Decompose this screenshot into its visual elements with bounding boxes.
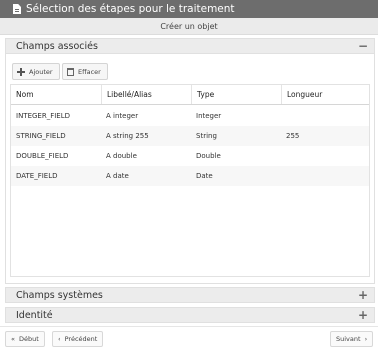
trash-icon xyxy=(67,67,74,76)
add-button[interactable]: Ajouter xyxy=(12,63,60,80)
table-row[interactable]: DATE_FIELD A date Date xyxy=(11,166,369,186)
first-button-label: Début xyxy=(18,335,39,343)
cell-label: A date xyxy=(106,172,129,180)
double-chevron-left-icon: « xyxy=(11,335,15,343)
panel-body-associated-fields: Ajouter Effacer Nom Libellé/Alias Type L… xyxy=(5,54,375,284)
clear-button[interactable]: Effacer xyxy=(62,63,108,80)
cell-label: A integer xyxy=(106,112,139,120)
footer-divider xyxy=(0,326,378,327)
previous-button[interactable]: ‹ Précédent xyxy=(52,331,104,347)
previous-button-label: Précédent xyxy=(64,335,98,343)
panel-header-system-fields[interactable]: Champs systèmes + xyxy=(5,287,375,303)
expand-icon[interactable]: + xyxy=(358,308,368,322)
cell-length xyxy=(281,166,369,186)
collapse-icon[interactable]: − xyxy=(358,39,368,53)
cell-name: DATE_FIELD xyxy=(16,172,58,180)
cell-label: A double xyxy=(106,152,137,160)
panel-title: Champs associés xyxy=(16,40,98,52)
window-titlebar: Sélection des étapes pour le traitement xyxy=(0,0,378,18)
cell-type: Date xyxy=(196,172,213,180)
table-row[interactable]: INTEGER_FIELD A integer Integer xyxy=(11,106,369,126)
add-button-label: Ajouter xyxy=(29,67,53,76)
column-header-type[interactable]: Type xyxy=(191,85,281,104)
chevron-right-icon: › xyxy=(364,335,368,343)
expand-icon[interactable]: + xyxy=(358,288,368,302)
table-row[interactable]: DOUBLE_FIELD A double Double xyxy=(11,146,369,166)
column-header-label[interactable]: Libellé/Alias xyxy=(101,85,191,104)
cell-name: INTEGER_FIELD xyxy=(16,112,71,120)
cell-label: A string 255 xyxy=(106,132,149,140)
cell-length: 255 xyxy=(286,132,300,140)
panel-title: Identité xyxy=(16,309,53,321)
column-header-length[interactable]: Longueur xyxy=(281,85,369,104)
panel-header-associated-fields[interactable]: Champs associés − xyxy=(5,38,375,54)
fields-table: Nom Libellé/Alias Type Longueur INTEGER_… xyxy=(10,84,370,277)
first-button[interactable]: « Début xyxy=(5,331,45,347)
cell-length xyxy=(281,146,369,166)
cell-type: Double xyxy=(196,152,221,160)
table-row[interactable]: STRING_FIELD A string 255 String 255 xyxy=(11,126,369,146)
table-header: Nom Libellé/Alias Type Longueur xyxy=(11,85,369,105)
panel-title: Champs systèmes xyxy=(16,289,103,301)
column-header-name[interactable]: Nom xyxy=(11,85,101,104)
cell-type: String xyxy=(196,132,217,140)
panel-header-identity[interactable]: Identité + xyxy=(5,307,375,323)
next-button-label: Suivant xyxy=(336,335,361,343)
cell-type: Integer xyxy=(196,112,222,120)
window-title: Sélection des étapes pour le traitement xyxy=(26,3,235,15)
chevron-left-icon: ‹ xyxy=(58,335,61,343)
clear-button-label: Effacer xyxy=(78,67,101,76)
page-subtitle: Créer un objet xyxy=(0,18,378,35)
next-button[interactable]: Suivant › xyxy=(330,331,374,347)
cell-name: DOUBLE_FIELD xyxy=(16,152,69,160)
document-icon xyxy=(13,4,21,14)
cell-name: STRING_FIELD xyxy=(16,132,66,140)
cell-length xyxy=(281,106,369,126)
plus-icon xyxy=(17,67,25,76)
